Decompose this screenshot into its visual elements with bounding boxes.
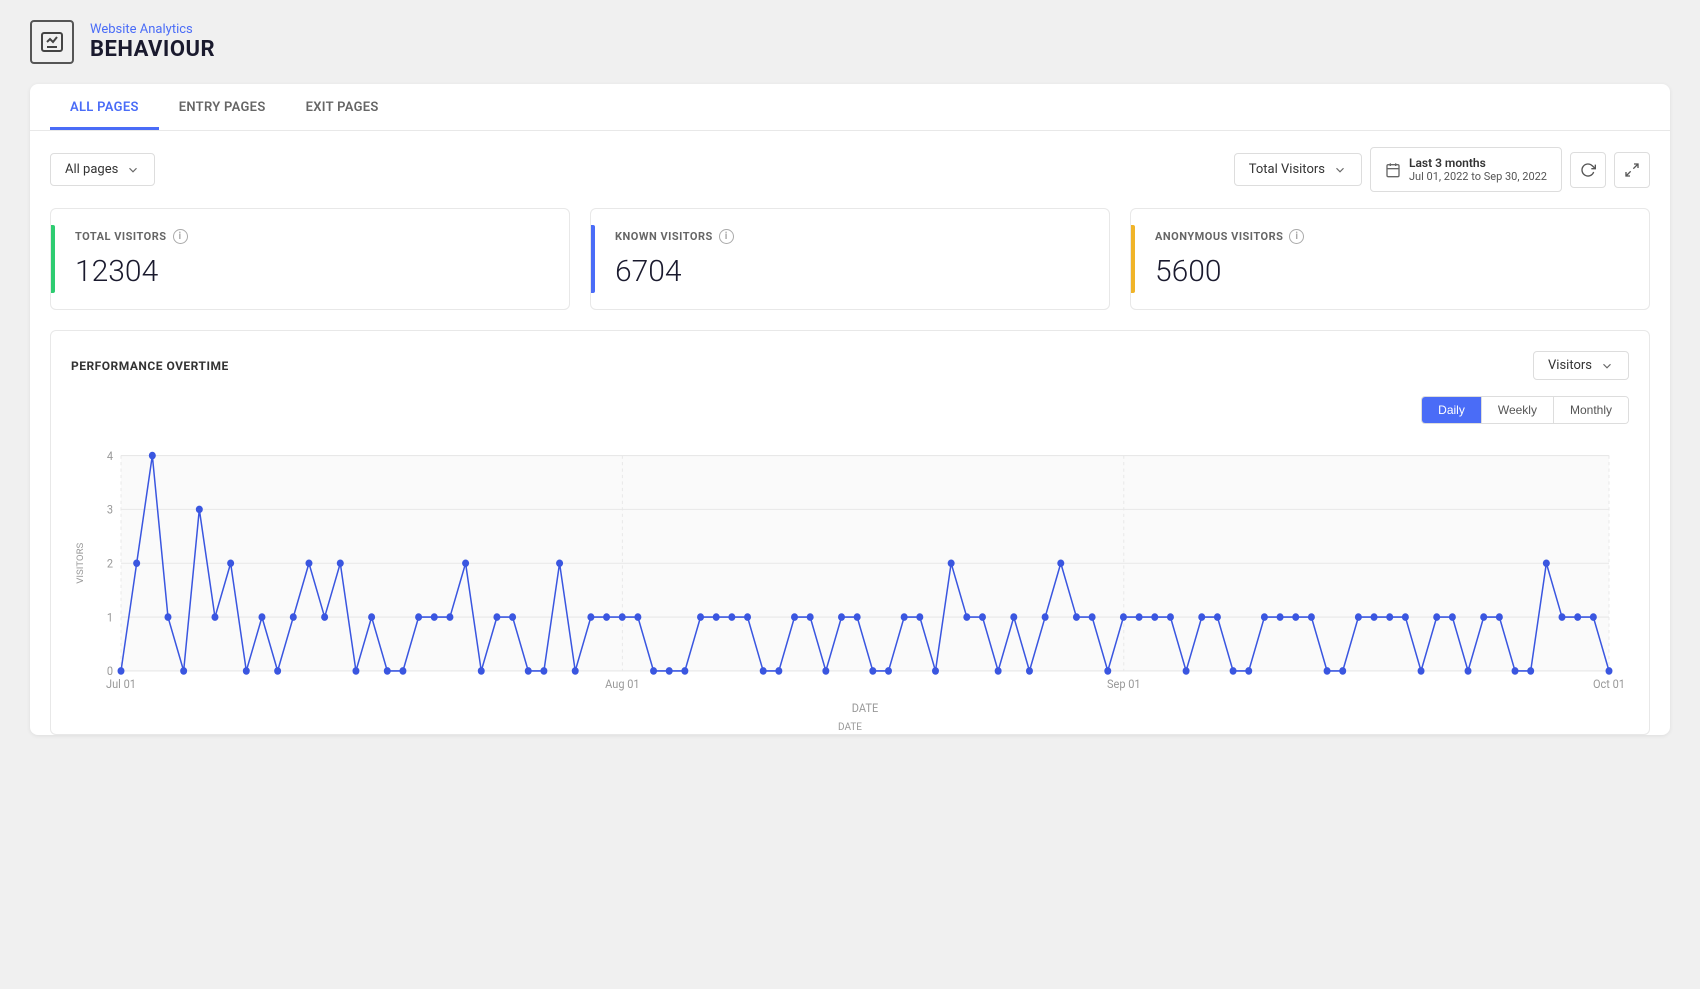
tab-all-pages[interactable]: ALL PAGES [50,84,159,130]
tabs-row: ALL PAGES ENTRY PAGES EXIT PAGES [30,84,1670,131]
daily-button[interactable]: Daily [1422,397,1482,423]
controls-right: Total Visitors Last 3 months [1234,147,1650,192]
chevron-down-icon [126,163,140,177]
weekly-button[interactable]: Weekly [1482,397,1554,423]
stat-total-visitors: TOTAL VISITORS i 12304 [50,208,570,310]
stat-anonymous-visitors-label: ANONYMOUS VISITORS i [1155,229,1625,244]
date-range-title: Last 3 months [1409,156,1547,170]
refresh-icon [1580,162,1596,178]
svg-text:Aug 01: Aug 01 [605,677,639,692]
expand-button[interactable] [1614,152,1650,188]
app-icon [30,20,74,64]
stat-total-visitors-label: TOTAL VISITORS i [75,229,545,244]
page-header: Website Analytics BEHAVIOUR [30,20,1670,64]
pages-filter-dropdown[interactable]: All pages [50,153,155,186]
svg-text:2: 2 [107,556,113,571]
x-axis-label: DATE [71,722,1629,733]
performance-chart: 01234VISITORSJul 01Aug 01Sep 01Oct 01DAT… [71,434,1629,714]
svg-text:1: 1 [107,610,113,625]
metric-dropdown[interactable]: Total Visitors [1234,153,1362,186]
pages-filter-label: All pages [65,162,118,177]
total-visitors-info-icon[interactable]: i [173,229,188,244]
stat-known-visitors-label: KNOWN VISITORS i [615,229,1085,244]
expand-icon [1624,162,1640,178]
svg-text:Sep 01: Sep 01 [1107,677,1141,692]
stat-known-visitors-value: 6704 [615,254,1085,289]
header-text-block: Website Analytics BEHAVIOUR [90,22,215,62]
date-start: Jul 01, 2022 [1409,170,1469,183]
tab-entry-pages[interactable]: ENTRY PAGES [159,84,286,130]
performance-section: PERFORMANCE OVERTIME Visitors Daily Week… [50,330,1650,735]
svg-text:3: 3 [107,502,113,517]
known-visitors-info-icon[interactable]: i [719,229,734,244]
date-end: Sep 30, 2022 [1484,170,1547,183]
svg-text:DATE: DATE [852,700,879,714]
date-range-content: Last 3 months Jul 01, 2022 to Sep 30, 20… [1409,156,1547,183]
stats-row: TOTAL VISITORS i 12304 KNOWN VISITORS i … [30,208,1670,330]
chevron-down-icon [1600,359,1614,373]
chevron-down-icon [1333,163,1347,177]
performance-header: PERFORMANCE OVERTIME Visitors [71,351,1629,380]
monthly-button[interactable]: Monthly [1554,397,1628,423]
chart-svg: 01234VISITORSJul 01Aug 01Sep 01Oct 01DAT… [71,434,1629,714]
page-title: BEHAVIOUR [90,37,215,62]
main-card: ALL PAGES ENTRY PAGES EXIT PAGES All pag… [30,84,1670,735]
date-to: to [1471,170,1481,183]
refresh-button[interactable] [1570,152,1606,188]
stat-anonymous-visitors: ANONYMOUS VISITORS i 5600 [1130,208,1650,310]
date-range-picker[interactable]: Last 3 months Jul 01, 2022 to Sep 30, 20… [1370,147,1562,192]
performance-metric-label: Visitors [1548,358,1592,373]
controls-row: All pages Total Visitors [30,131,1670,208]
svg-text:VISITORS: VISITORS [75,542,86,584]
svg-text:Oct 01: Oct 01 [1593,677,1625,692]
anonymous-visitors-info-icon[interactable]: i [1289,229,1304,244]
stat-anonymous-visitors-value: 5600 [1155,254,1625,289]
breadcrumb: Website Analytics [90,22,215,37]
performance-title: PERFORMANCE OVERTIME [71,359,229,373]
metric-label: Total Visitors [1249,162,1325,177]
stat-known-visitors: KNOWN VISITORS i 6704 [590,208,1110,310]
performance-metric-dropdown[interactable]: Visitors [1533,351,1629,380]
tab-exit-pages[interactable]: EXIT PAGES [286,84,399,130]
date-range-dates: Jul 01, 2022 to Sep 30, 2022 [1409,170,1547,183]
stat-total-visitors-value: 12304 [75,254,545,289]
calendar-icon [1385,162,1401,178]
time-toggle: Daily Weekly Monthly [1421,396,1629,424]
svg-text:4: 4 [107,448,114,463]
svg-text:Jul 01: Jul 01 [106,677,136,692]
